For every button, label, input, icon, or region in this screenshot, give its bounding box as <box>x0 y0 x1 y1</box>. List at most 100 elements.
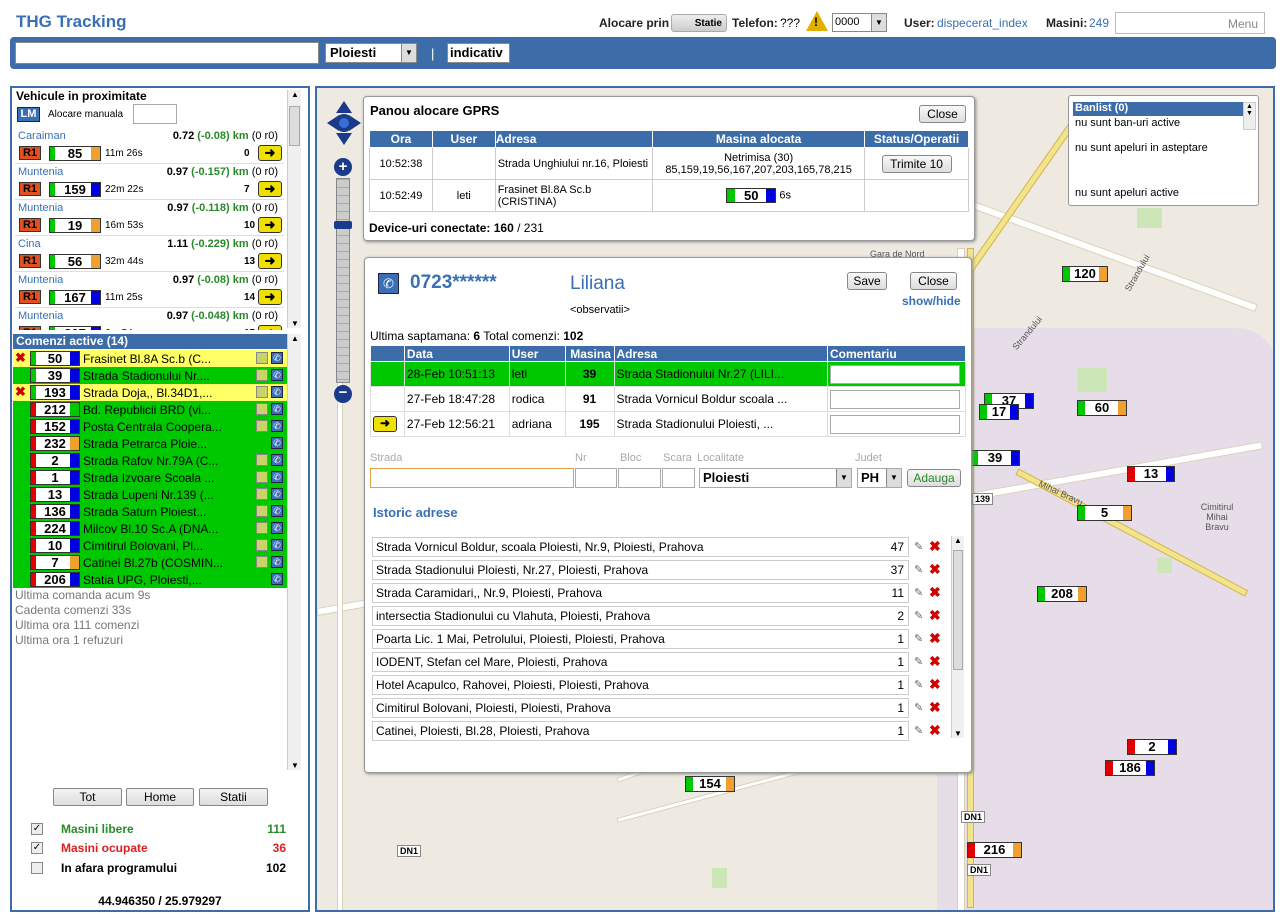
indicativ-input[interactable]: indicativ <box>447 43 510 63</box>
statii-button[interactable]: Statii <box>199 788 268 806</box>
order-row[interactable]: 206 Statia UPG, Ploiesti,... ✆ <box>13 571 287 588</box>
car-badge[interactable]: 85 <box>49 146 101 161</box>
delete-icon[interactable]: ✖ <box>929 561 941 578</box>
orders-scrollbar[interactable]: ▲ ▼ <box>287 334 301 770</box>
free-cars-checkbox[interactable]: ✓ <box>31 823 43 835</box>
edit-icon[interactable]: ✎ <box>914 678 925 691</box>
car-badge[interactable]: 159 <box>49 182 101 197</box>
zoom-out-button[interactable]: − <box>334 385 352 403</box>
judet-select[interactable]: PH ▼ <box>857 468 902 488</box>
phone-icon[interactable]: ✆ <box>271 454 283 466</box>
show-hide-link[interactable]: show/hide <box>902 294 961 308</box>
scroll-thumb[interactable] <box>953 550 963 670</box>
statie-toggle[interactable]: Statie <box>671 14 727 32</box>
car-badge[interactable]: 19 <box>49 218 101 233</box>
phone-icon[interactable]: ✆ <box>271 522 283 534</box>
address-scrollbar[interactable]: ▲ ▼ <box>951 536 964 738</box>
address-row[interactable]: Strada Vornicul Boldur, scoala Ploiesti,… <box>372 537 909 557</box>
map-car-marker[interactable]: 208 <box>1037 586 1087 602</box>
note-icon[interactable] <box>256 488 268 500</box>
car-badge[interactable]: 167 <box>49 290 101 305</box>
delete-icon[interactable]: ✖ <box>929 699 941 716</box>
comment-input[interactable] <box>830 389 960 409</box>
vehicle-row[interactable]: Muntenia 0.97 (-0.118) km (0 r0) R1 19 16m 5… <box>15 200 284 236</box>
menu-input[interactable]: Menu <box>1115 12 1265 34</box>
offhours-checkbox[interactable] <box>31 862 43 874</box>
chevron-up-icon[interactable]: ▲ <box>291 334 299 343</box>
phone-icon[interactable]: ✆ <box>271 471 283 483</box>
note-icon[interactable] <box>256 454 268 466</box>
trimite-button[interactable]: Trimite 10 <box>881 154 952 173</box>
address-row[interactable]: intersectia Stadionului cu Vlahuta, Ploi… <box>372 606 909 626</box>
localitate-select[interactable]: Ploiesti ▼ <box>699 468 852 488</box>
edit-icon[interactable]: ✎ <box>914 655 925 668</box>
address-row[interactable]: Cimitirul Bolovani, Ploiesti, Ploiesti, … <box>372 698 909 718</box>
code-select[interactable]: 0000 ▼ <box>832 13 887 32</box>
map-car-marker[interactable]: 13 <box>1127 466 1175 482</box>
zoom-handle[interactable] <box>334 221 352 229</box>
assign-arrow-icon[interactable]: ➜ <box>258 145 282 161</box>
delete-icon[interactable]: ✖ <box>929 722 941 739</box>
note-icon[interactable] <box>256 505 268 517</box>
phone-icon[interactable]: ✆ <box>271 539 283 551</box>
order-row[interactable]: 13 Strada Lupeni Nr.139 (... ✆ <box>13 486 287 503</box>
order-row[interactable]: 39 Strada Stadionului Nr.... ✆ <box>13 367 287 384</box>
note-icon[interactable] <box>256 386 268 398</box>
phone-icon[interactable]: ✆ <box>271 352 283 364</box>
order-row[interactable]: 136 Strada Saturn Ploiest... ✆ <box>13 503 287 520</box>
assign-arrow-icon[interactable]: ➜ <box>258 253 282 269</box>
edit-icon[interactable]: ✎ <box>914 540 925 553</box>
address-row[interactable]: Hotel Acapulco, Rahovei, Ploiesti, Ploie… <box>372 675 909 695</box>
car-badge[interactable]: 2 <box>30 453 80 468</box>
edit-icon[interactable]: ✎ <box>914 724 925 737</box>
edit-icon[interactable]: ✎ <box>914 586 925 599</box>
car-badge[interactable]: 50 <box>30 351 80 366</box>
cancel-icon[interactable]: ✖ <box>15 384 26 400</box>
phone-icon[interactable]: ✆ <box>271 437 283 449</box>
vehicle-row[interactable]: Cina 1.11 (-0.229) km (0 r0) R1 56 32m 44s 13… <box>15 236 284 272</box>
car-badge[interactable]: 10 <box>30 538 80 553</box>
car-badge[interactable]: 13 <box>30 487 80 502</box>
assign-arrow-icon[interactable]: ➜ <box>258 289 282 305</box>
gprs-close-button[interactable]: Close <box>919 105 966 123</box>
chevron-down-icon[interactable]: ▼ <box>954 729 962 738</box>
vehicle-row[interactable]: Muntenia 0.97 (-0.048) km (0 r0) R1 207 6m 5… <box>15 308 284 330</box>
assign-arrow-icon[interactable]: ➜ <box>258 181 282 197</box>
table-row[interactable]: 27-Feb 18:47:28 rodica 91 Strada Vornicu… <box>370 386 966 412</box>
phone-icon[interactable]: ✆ <box>271 556 283 568</box>
map-car-marker[interactable]: 17 <box>979 404 1019 420</box>
vehicle-row[interactable]: Caraiman 0.72 (-0.08) km (0 r0) R1 85 11m 26… <box>15 128 284 164</box>
table-row[interactable]: 28-Feb 10:51:13 leti 39 Strada Stadionul… <box>370 361 966 387</box>
order-row[interactable]: 212 Bd. Republicii BRD (vi... ✆ <box>13 401 287 418</box>
comment-input[interactable] <box>830 414 960 434</box>
edit-icon[interactable]: ✎ <box>914 632 925 645</box>
phone-icon[interactable]: ✆ <box>271 386 283 398</box>
map-car-marker[interactable]: 60 <box>1077 400 1127 416</box>
car-badge[interactable]: 206 <box>30 572 80 587</box>
phone-icon[interactable]: ✆ <box>271 369 283 381</box>
vehicle-row[interactable]: Muntenia 0.97 (-0.157) km (0 r0) R1 159 22m … <box>15 164 284 200</box>
chevron-up-icon[interactable]: ▲ <box>954 536 962 545</box>
tot-button[interactable]: Tot <box>53 788 122 806</box>
map-car-marker[interactable]: 216 <box>967 842 1022 858</box>
order-row[interactable]: 1 Strada Izvoare Scoala ... ✆ <box>13 469 287 486</box>
zoom-slider[interactable] <box>336 178 350 383</box>
map-car-marker[interactable]: 5 <box>1077 505 1132 521</box>
phone-icon[interactable]: ✆ <box>271 420 283 432</box>
zoom-in-button[interactable]: + <box>334 158 352 176</box>
assign-arrow-icon[interactable]: ➜ <box>258 217 282 233</box>
phone-icon[interactable]: ✆ <box>271 573 283 585</box>
customer-close-button[interactable]: Close <box>910 272 957 290</box>
car-badge[interactable]: 193 <box>30 385 80 400</box>
edit-icon[interactable]: ✎ <box>914 701 925 714</box>
car-badge[interactable]: 39 <box>30 368 80 383</box>
delete-icon[interactable]: ✖ <box>929 607 941 624</box>
scara-input[interactable] <box>662 468 695 488</box>
address-row[interactable]: Poarta Lic. 1 Mai, Petrolului, Ploiesti,… <box>372 629 909 649</box>
strada-input[interactable] <box>370 468 574 488</box>
home-button[interactable]: Home <box>126 788 194 806</box>
address-row[interactable]: Strada Stadionului Ploiesti, Nr.27, Ploi… <box>372 560 909 580</box>
vehicle-row[interactable]: Muntenia 0.97 (-0.08) km (0 r0) R1 167 11m 2… <box>15 272 284 308</box>
car-badge[interactable]: 136 <box>30 504 80 519</box>
chevron-down-icon[interactable]: ▼ <box>291 761 299 770</box>
